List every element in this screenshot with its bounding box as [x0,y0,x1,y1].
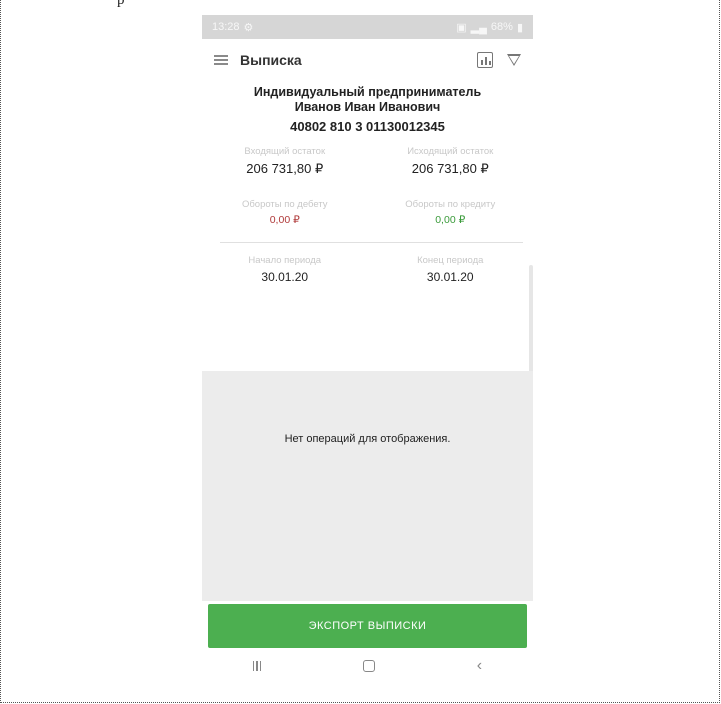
status-bar: 13:28 ⚙ ▣ ▂▄ 68% ▮ [202,15,533,39]
stray-mark: р [117,0,125,8]
battery-icon: ▮ [516,21,523,34]
turnovers-row: Обороты по дебету 0,00 ₽ Обороты по кред… [202,199,533,226]
closing-balance-label: Исходящий остаток [407,146,494,157]
filter-icon[interactable] [507,54,521,66]
system-nav-bar: ‹ [202,652,533,680]
company-name: Индивидуальный предприниматель Иванов Ив… [202,85,533,115]
home-icon[interactable] [363,660,376,672]
back-icon[interactable]: ‹ [477,657,482,675]
period-start-label: Начало периода [248,255,322,266]
signal-icon: ▂▄ [470,21,487,34]
opening-balance-label: Входящий остаток [244,146,326,157]
recent-apps-icon[interactable] [252,661,262,671]
battery-level: 68% [490,21,513,33]
credit-turnover-label: Обороты по кредиту [405,199,496,210]
account-number: 40802 810 3 01130012345 [290,119,445,134]
debit-turnover-label: Обороты по дебету [241,199,328,210]
empty-message: Нет операций для отображения. [284,433,451,445]
settings-icon: ⚙ [243,21,254,34]
operations-empty-state: Нет операций для отображения. [202,371,533,601]
company-line-1: Индивидуальный предприниматель [253,85,482,99]
closing-balance-value: 206 731,80 ₽ [411,161,489,176]
period-row: Начало периода 30.01.20 Конец периода 30… [202,255,533,284]
credit-turnover-value: 0,00 ₽ [435,214,466,226]
status-time: 13:28 [212,21,240,33]
phone-screen: 13:28 ⚙ ▣ ▂▄ 68% ▮ Выписка Индивидуальны… [202,15,533,680]
opening-balance-value: 206 731,80 ₽ [246,161,324,176]
export-statement-button[interactable]: ЭКСПОРТ ВЫПИСКИ [208,604,527,648]
page-title: Выписка [240,52,302,68]
section-divider [220,242,523,243]
period-end-label: Конец периода [417,255,484,266]
debit-turnover-value: 0,00 ₽ [269,214,300,226]
menu-icon[interactable] [214,55,228,65]
chart-icon[interactable] [477,52,493,68]
company-line-2: Иванов Иван Иванович [294,100,441,114]
app-bar: Выписка [202,39,533,81]
notification-icon: ▣ [456,21,467,34]
period-end-value: 30.01.20 [426,270,474,284]
period-start-value: 30.01.20 [261,270,309,284]
balances-row: Входящий остаток 206 731,80 ₽ Исходящий … [202,146,533,177]
